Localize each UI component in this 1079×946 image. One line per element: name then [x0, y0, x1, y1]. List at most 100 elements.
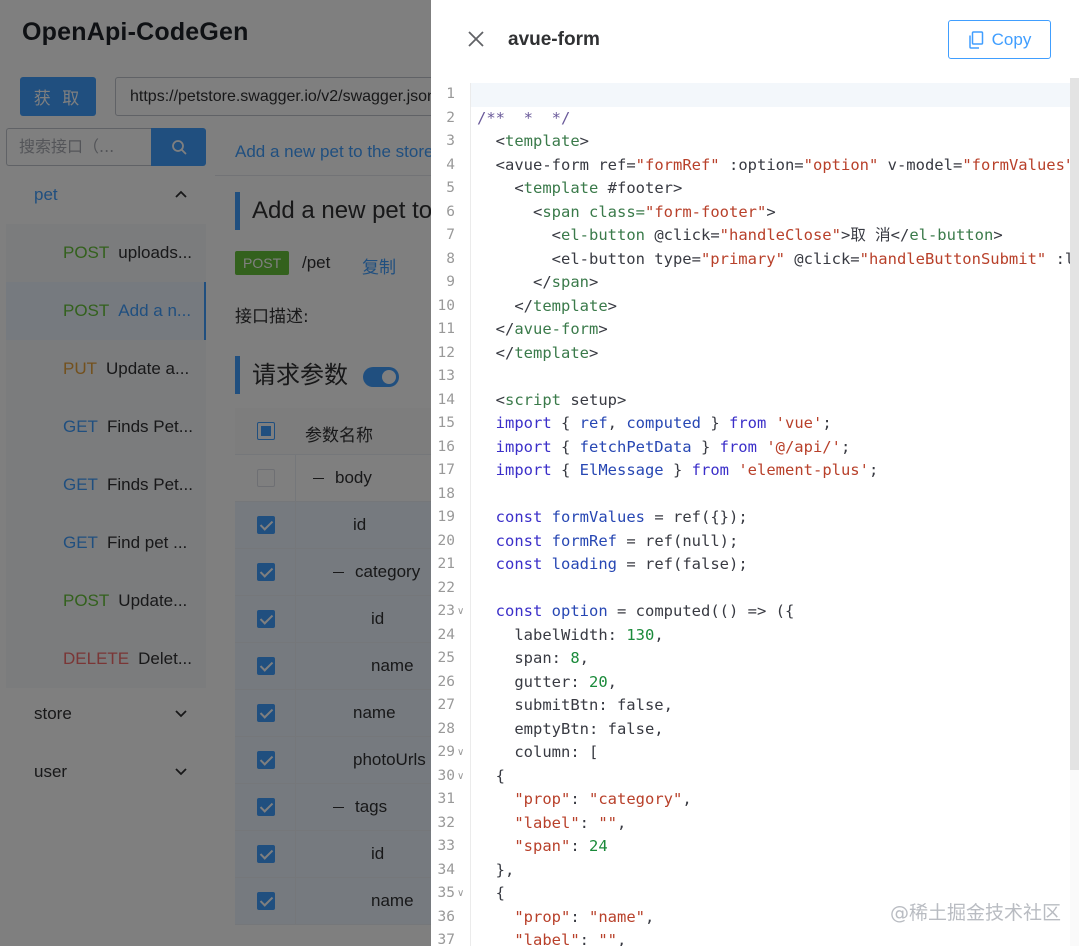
code-token: "form-footer": [645, 202, 767, 221]
line-number: 30: [437, 767, 455, 784]
line-number: 11: [437, 321, 455, 337]
code-token: submitBtn: false,: [477, 696, 673, 714]
code-line: </template>: [477, 342, 599, 366]
code-token: "label": [514, 813, 580, 832]
code-token: '@/api/': [766, 437, 841, 456]
fold-chevron-icon[interactable]: ∨: [457, 741, 464, 765]
code-token: loading: [551, 555, 617, 573]
code-token: import: [477, 414, 552, 432]
code-token: >: [598, 320, 608, 338]
code-editor[interactable]: 1 2 3 4 5 6 7 8 9 10 11 12 13 14 15 16 17 18 19 20 21 22 23 ∨ 24…: [431, 78, 1079, 946]
code-drawer: avue-form Copy 1 2 3 4 5 6 7 8 9 10 11 12 13 14 15 16 17…: [431, 0, 1079, 946]
code-token: </: [477, 320, 515, 338]
line-number: 27: [437, 697, 455, 713]
gutter-line: 28: [431, 717, 471, 741]
code-line: <template>: [477, 130, 589, 154]
code-line: <el-button @click="handleClose">取 消</el-…: [477, 224, 1003, 248]
code-token: ref: [579, 414, 608, 432]
line-number: 13: [437, 368, 455, 384]
code-token: >: [766, 202, 776, 221]
code-token: from: [691, 461, 729, 479]
gutter-line: 31: [431, 788, 471, 812]
code-line: </span>: [477, 271, 598, 295]
code-token: "": [598, 931, 617, 946]
gutter-line: 8: [431, 247, 471, 271]
code-token: "prop": [514, 790, 571, 808]
code-token: const: [477, 555, 543, 573]
gutter-line: 13: [431, 365, 471, 389]
code-token: "option": [803, 155, 879, 174]
scrollbar-thumb[interactable]: [1070, 78, 1079, 770]
gutter-line: 7: [431, 224, 471, 248]
code-token: "primary": [700, 249, 785, 268]
line-number: 6: [446, 203, 455, 220]
line-number: 25: [437, 650, 455, 666]
code-line: import { ref, computed } from 'vue';: [477, 412, 832, 436]
code-line: const formRef = ref(null);: [477, 530, 739, 554]
gutter-line: 32: [431, 811, 471, 835]
code-token: = ref(false);: [617, 555, 748, 573]
line-number: 12: [437, 344, 455, 361]
code-token: 'vue': [775, 414, 823, 432]
gutter-line: 17: [431, 459, 471, 483]
line-number: 34: [437, 861, 455, 878]
code-token: :: [579, 931, 599, 946]
gutter-line: 20: [431, 529, 471, 553]
fold-chevron-icon[interactable]: ∨: [457, 882, 464, 906]
code-line: </avue-form>: [477, 318, 608, 342]
gutter-line: 29 ∨: [431, 741, 471, 765]
code-token: <: [495, 132, 506, 150]
code-line: <el-button type="primary" @click="handle…: [477, 248, 1079, 272]
gutter-line: 12: [431, 341, 471, 365]
code-token: ,: [607, 414, 627, 432]
watermark: @稀土掘金技术社区: [890, 902, 1062, 924]
code-content[interactable]: /** * */ <template> <avue-form ref="form…: [471, 78, 1079, 946]
code-token: ,: [607, 672, 617, 691]
code-line: },: [477, 859, 515, 883]
line-number: 3: [446, 133, 455, 149]
code-line: gutter: 20,: [477, 671, 617, 695]
code-token: >: [607, 296, 617, 315]
code-token: >: [993, 226, 1003, 244]
fold-chevron-icon[interactable]: ∨: [457, 600, 464, 624]
code-line: "label": "",: [477, 929, 626, 946]
close-icon[interactable]: [467, 30, 485, 48]
code-token: :: [570, 907, 589, 926]
code-token: ,: [682, 790, 692, 808]
code-token: from: [728, 414, 767, 432]
code-token: "category": [589, 790, 683, 808]
code-token: gutter:: [477, 672, 589, 691]
copy-button[interactable]: Copy: [948, 20, 1051, 59]
code-token: ,: [617, 931, 627, 946]
code-token: 8: [570, 649, 580, 667]
drawer-title: avue-form: [508, 29, 600, 50]
code-token: <: [477, 226, 561, 244]
code-token: 130: [626, 625, 655, 644]
line-number: 19: [437, 509, 455, 525]
code-token: = ref({});: [645, 508, 748, 526]
code-token: setup>: [561, 390, 627, 409]
code-token: = computed(() => ({: [607, 602, 795, 620]
gutter-line: 27: [431, 694, 471, 718]
gutter-line: 10: [431, 294, 471, 318]
code-token: </: [477, 273, 552, 291]
code-token: ,: [654, 625, 664, 644]
code-line: import { fetchPetData } from '@/api/';: [477, 436, 851, 460]
code-token: <: [477, 390, 505, 409]
code-line: const loading = ref(false);: [477, 553, 748, 577]
line-number: 24: [437, 626, 455, 643]
code-token: "handleButtonSubmit": [859, 249, 1047, 268]
line-number: 8: [446, 250, 455, 267]
line-number-gutter: 1 2 3 4 5 6 7 8 9 10 11 12 13 14 15 16 17 18 19 20 21 22 23 ∨ 24…: [431, 78, 471, 946]
code-token: template: [533, 296, 608, 315]
gutter-line: 14: [431, 388, 471, 412]
code-line: <avue-form ref="formRef" :option="option…: [477, 154, 1079, 178]
fold-chevron-icon[interactable]: ∨: [457, 765, 464, 789]
line-number: 21: [437, 556, 455, 572]
